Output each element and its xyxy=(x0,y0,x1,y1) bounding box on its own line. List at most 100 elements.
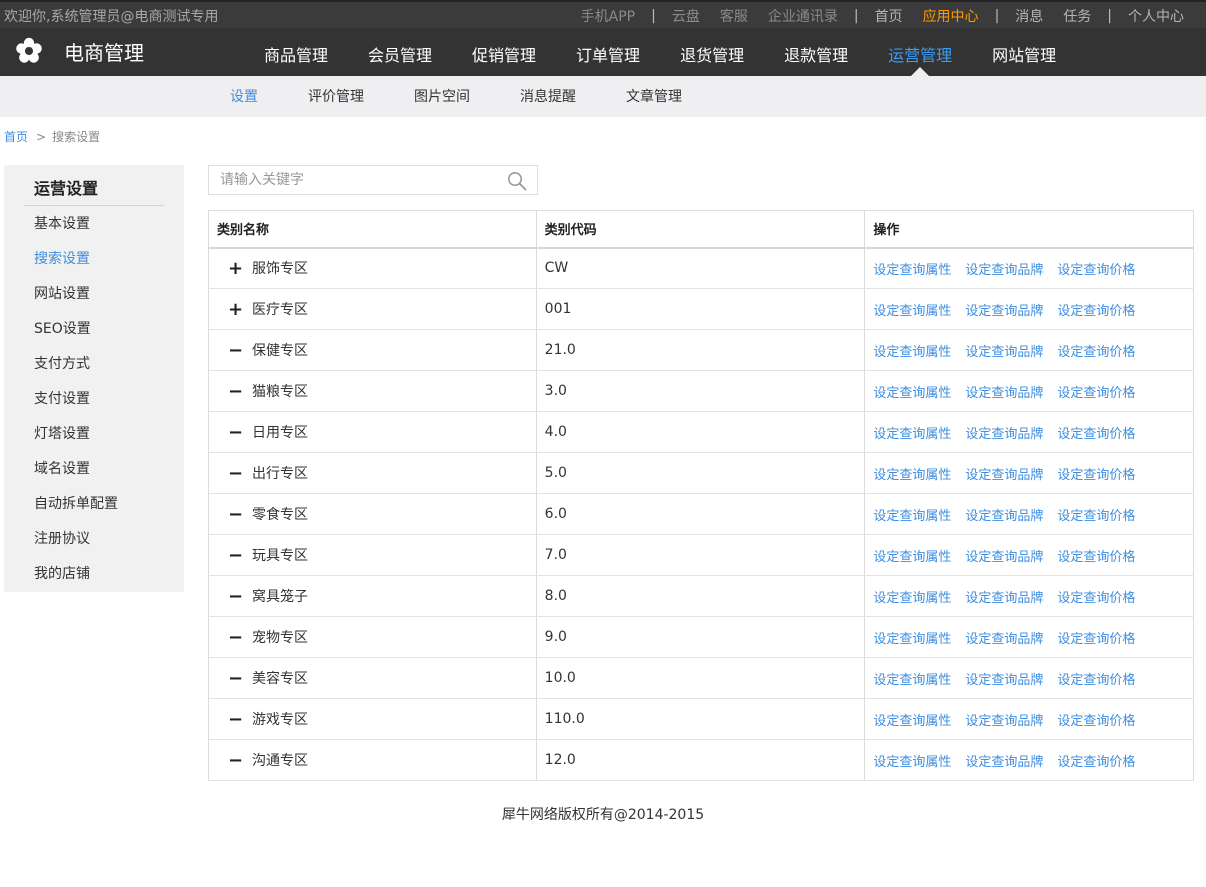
collapse-icon[interactable]: − xyxy=(228,711,243,729)
table-row: − 宠物专区 9.0 设定查询属性 设定查询品牌 设定查询价格 xyxy=(208,616,1194,658)
action-link[interactable]: 设定查询价格 xyxy=(1057,509,1135,524)
action-link[interactable]: 设定查询品牌 xyxy=(965,386,1043,401)
action-link[interactable]: 设定查询属性 xyxy=(873,304,951,319)
action-link[interactable]: 设定查询价格 xyxy=(1057,468,1135,483)
sub-nav-item[interactable]: 消息提醒 xyxy=(495,76,601,117)
category-code: 10.0 xyxy=(536,657,866,699)
action-link[interactable]: 设定查询价格 xyxy=(1057,632,1135,647)
collapse-icon[interactable]: − xyxy=(228,383,243,401)
search-box xyxy=(208,165,538,195)
sidebar-item[interactable]: 网站设置 xyxy=(34,277,118,312)
action-link[interactable]: 设定查询价格 xyxy=(1057,755,1135,770)
sidebar-item[interactable]: SEO设置 xyxy=(34,312,118,347)
action-link[interactable]: 设定查询属性 xyxy=(873,386,951,401)
collapse-icon[interactable]: − xyxy=(228,670,243,688)
sidebar-item[interactable]: 注册协议 xyxy=(34,522,118,557)
sidebar-item[interactable]: 支付方式 xyxy=(34,347,118,382)
action-link[interactable]: 设定查询属性 xyxy=(873,673,951,688)
expand-icon[interactable]: + xyxy=(228,301,243,319)
sidebar-item[interactable]: 域名设置 xyxy=(34,452,118,487)
sub-nav-item[interactable]: 图片空间 xyxy=(389,76,495,117)
action-link[interactable]: 设定查询品牌 xyxy=(965,755,1043,770)
main-nav-item[interactable]: 退货管理 xyxy=(660,28,764,76)
sub-nav-item[interactable]: 文章管理 xyxy=(601,76,707,117)
collapse-icon[interactable]: − xyxy=(228,629,243,647)
breadcrumb-home-link[interactable]: 首页 xyxy=(4,130,28,144)
action-link[interactable]: 设定查询品牌 xyxy=(965,345,1043,360)
main-nav-item[interactable]: 订单管理 xyxy=(556,28,660,76)
top-link[interactable]: 个人中心 xyxy=(1128,6,1184,26)
action-link[interactable]: 设定查询价格 xyxy=(1057,386,1135,401)
action-link[interactable]: 设定查询属性 xyxy=(873,714,951,729)
sidebar-item[interactable]: 自动拆单配置 xyxy=(34,487,118,522)
search-icon[interactable] xyxy=(507,171,527,191)
collapse-icon[interactable]: − xyxy=(228,506,243,524)
action-link[interactable]: 设定查询价格 xyxy=(1057,427,1135,442)
search-input[interactable] xyxy=(209,166,499,194)
collapse-icon[interactable]: − xyxy=(228,752,243,770)
action-link[interactable]: 设定查询价格 xyxy=(1057,714,1135,729)
action-link[interactable]: 设定查询品牌 xyxy=(965,263,1043,278)
logo[interactable]: 电商管理 xyxy=(14,36,144,66)
action-link[interactable]: 设定查询品牌 xyxy=(965,468,1043,483)
action-link[interactable]: 设定查询品牌 xyxy=(965,427,1043,442)
action-link[interactable]: 设定查询品牌 xyxy=(965,714,1043,729)
action-link[interactable]: 设定查询品牌 xyxy=(965,591,1043,606)
action-link[interactable]: 设定查询属性 xyxy=(873,632,951,647)
sidebar-divider xyxy=(24,205,164,206)
action-link[interactable]: 设定查询价格 xyxy=(1057,550,1135,565)
collapse-icon[interactable]: − xyxy=(228,547,243,565)
sidebar-item[interactable]: 搜索设置 xyxy=(34,242,118,277)
expand-icon[interactable]: + xyxy=(228,260,243,278)
sub-nav-item[interactable]: 设置 xyxy=(205,76,283,117)
top-link[interactable]: 手机APP xyxy=(581,6,635,26)
main-nav-item[interactable]: 商品管理 xyxy=(244,28,348,76)
action-link[interactable]: 设定查询品牌 xyxy=(965,509,1043,524)
sidebar: 运营设置 基本设置 搜索设置 网站设置 SEO设置 支付方式 支付设置 灯塔设置 域名设置 自动… xyxy=(4,165,184,592)
category-code: 21.0 xyxy=(536,329,866,371)
action-link[interactable]: 设定查询属性 xyxy=(873,509,951,524)
sidebar-item[interactable]: 基本设置 xyxy=(34,207,118,242)
sidebar-item[interactable]: 支付设置 xyxy=(34,382,118,417)
action-link[interactable]: 设定查询价格 xyxy=(1057,345,1135,360)
action-link[interactable]: 设定查询品牌 xyxy=(965,673,1043,688)
collapse-icon[interactable]: − xyxy=(228,588,243,606)
top-link[interactable]: 客服 xyxy=(720,6,748,26)
top-link[interactable]: 应用中心 xyxy=(923,6,979,26)
top-link[interactable]: 企业通讯录 xyxy=(768,6,838,26)
action-link[interactable]: 设定查询价格 xyxy=(1057,263,1135,278)
action-link[interactable]: 设定查询属性 xyxy=(873,591,951,606)
action-link[interactable]: 设定查询属性 xyxy=(873,550,951,565)
main-nav-item[interactable]: 运营管理 xyxy=(868,28,972,76)
category-name: 零食专区 xyxy=(252,507,308,523)
action-link[interactable]: 设定查询价格 xyxy=(1057,673,1135,688)
action-link[interactable]: 设定查询属性 xyxy=(873,345,951,360)
collapse-icon[interactable]: − xyxy=(228,342,243,360)
top-link[interactable]: 任务 xyxy=(1063,6,1091,26)
action-link[interactable]: 设定查询属性 xyxy=(873,468,951,483)
collapse-icon[interactable]: − xyxy=(228,424,243,442)
collapse-icon[interactable]: − xyxy=(228,465,243,483)
actions-cell: 设定查询属性 设定查询品牌 设定查询价格 xyxy=(864,698,1194,740)
action-link[interactable]: 设定查询价格 xyxy=(1057,304,1135,319)
sidebar-item[interactable]: 我的店铺 xyxy=(34,557,118,592)
top-link[interactable]: 首页 xyxy=(875,6,903,26)
category-name-cell: − 游戏专区 xyxy=(208,698,537,740)
action-link[interactable]: 设定查询属性 xyxy=(873,263,951,278)
sub-nav-item[interactable]: 评价管理 xyxy=(283,76,389,117)
action-link[interactable]: 设定查询属性 xyxy=(873,755,951,770)
main-nav-item[interactable]: 网站管理 xyxy=(972,28,1076,76)
top-link[interactable]: 消息 xyxy=(1015,6,1043,26)
action-link[interactable]: 设定查询价格 xyxy=(1057,591,1135,606)
top-link[interactable]: 云盘 xyxy=(672,6,700,26)
main-nav-item[interactable]: 促销管理 xyxy=(452,28,556,76)
action-link[interactable]: 设定查询品牌 xyxy=(965,304,1043,319)
action-link[interactable]: 设定查询品牌 xyxy=(965,632,1043,647)
main-nav-item[interactable]: 退款管理 xyxy=(764,28,868,76)
category-name: 猫粮专区 xyxy=(252,384,308,400)
main-nav-item[interactable]: 会员管理 xyxy=(348,28,452,76)
top-bar: 欢迎你,系统管理员@电商测试专用 手机APP | 云盘 客服 企业通讯录 | 首页 应用中心 |… xyxy=(0,0,1206,28)
action-link[interactable]: 设定查询品牌 xyxy=(965,550,1043,565)
action-link[interactable]: 设定查询属性 xyxy=(873,427,951,442)
sidebar-item[interactable]: 灯塔设置 xyxy=(34,417,118,452)
